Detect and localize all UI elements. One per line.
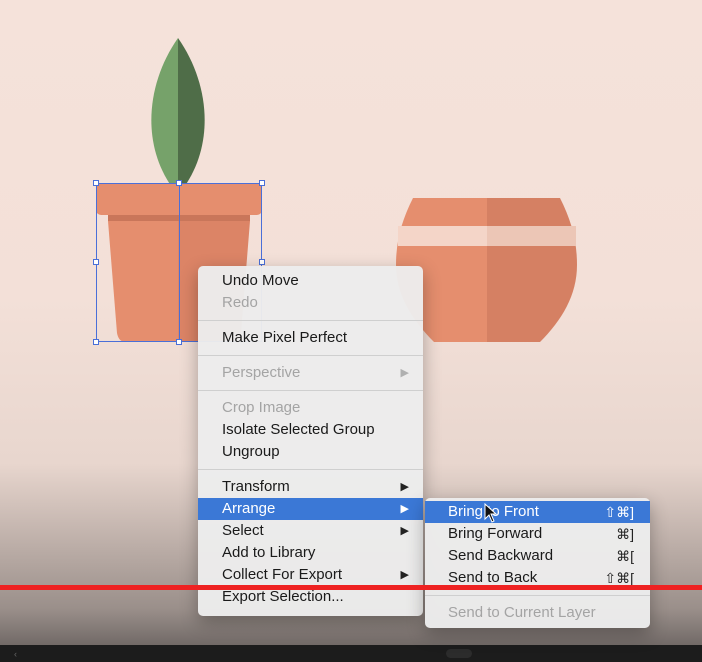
resize-handle-top-left[interactable] [93, 180, 99, 186]
menu-item-label: Select [222, 522, 264, 539]
arrange-submenu: Bring to Front⇧⌘] Bring Forward ⌘] Send B… [425, 498, 650, 628]
submenu-arrow-icon: ▶ [400, 569, 409, 581]
submenu-item-send-to-current-layer: Send to Current Layer [425, 602, 650, 624]
video-scrubber-pill[interactable] [446, 649, 472, 658]
menu-item-ungroup[interactable]: Ungroup [198, 441, 423, 463]
menu-item-collect-for-export[interactable]: Collect For Export ▶ [198, 564, 423, 586]
chevron-left-icon[interactable]: ‹ [14, 649, 17, 659]
resize-handle-middle-right[interactable] [259, 259, 265, 265]
submenu-arrow-icon: ▶ [400, 525, 409, 537]
context-menu: Undo Move Redo Make Pixel Perfect Perspe… [198, 266, 423, 616]
submenu-arrow-icon: ▶ [400, 481, 409, 493]
resize-handle-bottom-left[interactable] [93, 339, 99, 345]
menu-item-add-to-library[interactable]: Add to Library [198, 542, 423, 564]
menu-item-label: Send Backward [448, 547, 554, 564]
menu-separator [198, 355, 423, 356]
resize-handle-middle-left[interactable] [93, 259, 99, 265]
bowl-stripe-left [398, 226, 487, 246]
menu-separator [425, 595, 650, 596]
menu-item-label: Send to Current Layer [448, 604, 596, 621]
menu-separator [198, 469, 423, 470]
menu-item-label: Bring Forward [448, 525, 543, 542]
shortcut-label: ⌘] [616, 526, 634, 542]
menu-item-isolate-selected-group[interactable]: Isolate Selected Group [198, 419, 423, 441]
selection-center-line [179, 184, 180, 341]
menu-item-make-pixel-perfect[interactable]: Make Pixel Perfect [198, 327, 423, 349]
menu-separator [198, 390, 423, 391]
menu-item-arrange[interactable]: Arrange ▶ [198, 498, 423, 520]
resize-handle-top-right[interactable] [259, 180, 265, 186]
leaf-light-half[interactable] [151, 38, 178, 195]
menu-item-crop-image: Crop Image [198, 397, 423, 419]
submenu-item-bring-forward[interactable]: Bring Forward ⌘] [425, 523, 650, 545]
bowl-right-half[interactable] [487, 198, 577, 342]
leaf-dark-half[interactable] [178, 38, 205, 195]
menu-item-label: Transform [222, 478, 290, 495]
menu-item-label: Add to Library [222, 544, 316, 561]
menu-item-perspective: Perspective ▶ [198, 362, 423, 384]
menu-item-undo-move[interactable]: Undo Move [198, 270, 423, 292]
menu-item-label: Arrange [222, 500, 276, 517]
video-control-bar: ‹ [0, 645, 702, 662]
submenu-item-send-backward[interactable]: Send Backward ⌘[ [425, 545, 650, 567]
shortcut-label: ⇧⌘] [604, 504, 634, 520]
menu-item-select[interactable]: Select ▶ [198, 520, 423, 542]
arrow-cursor-icon [484, 503, 498, 523]
menu-item-label: Collect For Export [222, 566, 343, 583]
video-progress-line[interactable] [0, 585, 702, 590]
menu-item-label: Perspective [222, 364, 301, 381]
menu-item-transform[interactable]: Transform ▶ [198, 476, 423, 498]
shortcut-label: ⌘[ [616, 548, 634, 564]
menu-item-label: Redo [222, 294, 258, 311]
menu-item-label: Crop Image [222, 399, 301, 416]
menu-item-label: Undo Move [222, 272, 299, 289]
submenu-item-bring-to-front[interactable]: Bring to Front⇧⌘] [425, 501, 650, 523]
submenu-arrow-icon: ▶ [400, 503, 409, 515]
menu-item-label: Export Selection... [222, 588, 344, 605]
submenu-arrow-icon: ▶ [400, 367, 409, 379]
menu-item-label: Send to Back [448, 569, 538, 586]
menu-item-label: Ungroup [222, 443, 280, 460]
menu-separator [198, 320, 423, 321]
menu-item-redo: Redo [198, 292, 423, 314]
bowl-stripe-right [487, 226, 576, 246]
menu-item-label: Isolate Selected Group [222, 421, 375, 438]
menu-item-label: Make Pixel Perfect [222, 329, 348, 346]
resize-handle-top-center[interactable] [176, 180, 182, 186]
resize-handle-bottom-center[interactable] [176, 339, 182, 345]
